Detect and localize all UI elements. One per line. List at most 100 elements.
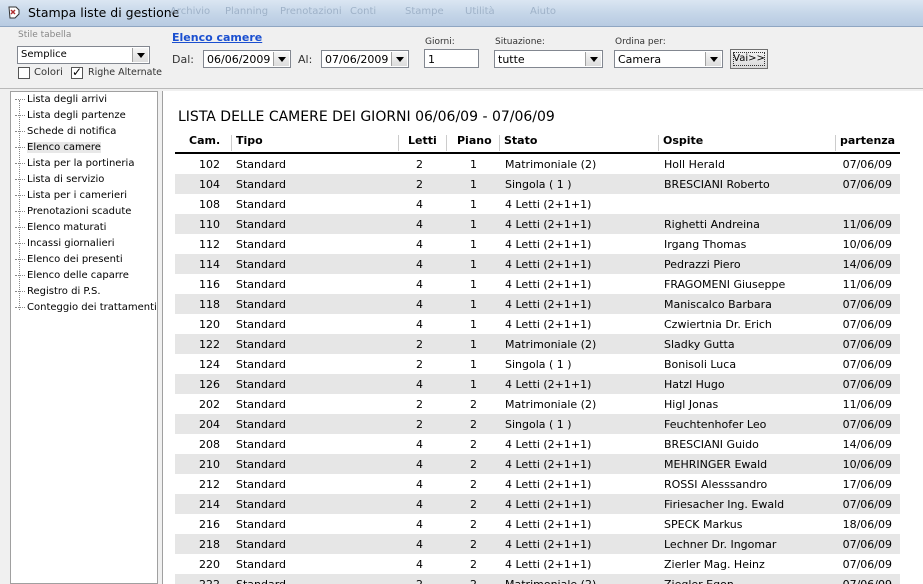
cell-stato: 4 Letti (2+1+1) [505, 298, 592, 311]
cell-stato: 4 Letti (2+1+1) [505, 218, 592, 231]
sidebar-item-lista-portineria[interactable]: Lista per la portineria [15, 158, 134, 169]
bg-menu-item: Prenotazioni [280, 6, 342, 17]
report-link[interactable]: Elenco camere [172, 31, 262, 44]
cell-piano: 1 [470, 338, 477, 351]
cell-partenza: 07/06/09 [842, 418, 892, 431]
situazione-value: tutte [498, 53, 525, 66]
situazione-select[interactable]: tutte [494, 50, 603, 68]
cell-tipo: Standard [236, 318, 287, 331]
chevron-down-icon[interactable] [132, 48, 148, 62]
column-header-ospite: Ospite [663, 134, 704, 147]
sidebar-item-elenco-maturati[interactable]: Elenco maturati [15, 222, 106, 233]
table-row[interactable]: 122 Standard 2 1 Matrimoniale (2) Sladky Gutt… [175, 334, 900, 354]
cell-stato: Singola ( 1 ) [505, 358, 572, 371]
table-row[interactable]: 118 Standard 4 1 4 Letti (2+1+1) Maniscalco B… [175, 294, 900, 314]
bg-menu-item: Aiuto [530, 6, 556, 17]
table-row[interactable]: 218 Standard 4 2 4 Letti (2+1+1) Lechner Dr. … [175, 534, 900, 554]
sidebar-item-lista-servizio[interactable]: Lista di servizio [15, 174, 104, 185]
sidebar-item-lista-camerieri[interactable]: Lista per i camerieri [15, 190, 127, 201]
giorni-label: Giorni: [425, 37, 455, 47]
cell-stato: 4 Letti (2+1+1) [505, 498, 592, 511]
cell-letti: 2 [416, 158, 423, 171]
table-row[interactable]: 202 Standard 2 2 Matrimoniale (2) Higl Jonas 1… [175, 394, 900, 414]
chevron-down-icon[interactable] [705, 52, 721, 66]
table-row[interactable]: 214 Standard 4 2 4 Letti (2+1+1) Firiesacher … [175, 494, 900, 514]
chevron-down-icon[interactable] [391, 52, 407, 66]
cell-stato: Singola ( 1 ) [505, 418, 572, 431]
sidebar-item-elenco-camere[interactable]: Elenco camere [15, 142, 101, 153]
cell-cam: 220 [199, 558, 220, 571]
style-select[interactable]: Semplice [17, 46, 150, 64]
cell-ospite: ROSSI Alesssandro [664, 478, 768, 491]
cell-tipo: Standard [236, 378, 287, 391]
cell-stato: 4 Letti (2+1+1) [505, 478, 592, 491]
sidebar-item-elenco-caparre[interactable]: Elenco delle caparre [15, 270, 129, 281]
table-row[interactable]: 216 Standard 4 2 4 Letti (2+1+1) SPECK Markus… [175, 514, 900, 534]
cell-stato: 4 Letti (2+1+1) [505, 198, 592, 211]
table-row[interactable]: 104 Standard 2 1 Singola ( 1 ) BRESCIANI Robe… [175, 174, 900, 194]
sidebar-item-incassi-giornalieri[interactable]: Incassi giornalieri [15, 238, 115, 249]
righe-alternate-checkbox[interactable] [71, 65, 83, 79]
dal-date-picker[interactable]: 06/06/2009 [203, 50, 291, 68]
sidebar-item-elenco-presenti[interactable]: Elenco dei presenti [15, 254, 123, 265]
cell-cam: 202 [199, 398, 220, 411]
cell-partenza: 11/06/09 [842, 398, 892, 411]
sidebar-item-prenotazioni-scadute[interactable]: Prenotazioni scadute [15, 206, 131, 217]
cell-cam: 102 [199, 158, 220, 171]
table-row[interactable]: 124 Standard 2 1 Singola ( 1 ) Bonisoli Luca 0… [175, 354, 900, 374]
sidebar-item-schede-notifica[interactable]: Schede di notifica [15, 126, 116, 137]
table-row[interactable]: 108 Standard 4 1 4 Letti (2+1+1) [175, 194, 900, 214]
al-date-picker[interactable]: 07/06/2009 [321, 50, 409, 68]
cell-piano: 1 [470, 218, 477, 231]
table-row[interactable]: 120 Standard 4 1 4 Letti (2+1+1) Czwiertnia D… [175, 314, 900, 334]
bg-menu-item: Archivio [170, 6, 211, 17]
giorni-input[interactable]: 1 [424, 49, 479, 68]
table-row[interactable]: 126 Standard 4 1 4 Letti (2+1+1) Hatzl Hugo 07… [175, 374, 900, 394]
table-row[interactable]: 222 Standard 2 2 Matrimoniale (2) Ziegler Ego… [175, 574, 900, 584]
sidebar-item-registro-ps[interactable]: Registro di P.S. [15, 286, 101, 297]
table-row[interactable]: 112 Standard 4 1 4 Letti (2+1+1) Irgang Thoma… [175, 234, 900, 254]
cell-piano: 1 [470, 378, 477, 391]
sidebar-item-conteggio-trattamenti[interactable]: Conteggio dei trattamenti [15, 302, 157, 313]
ordina-select[interactable]: Camera [614, 50, 723, 68]
cell-stato: 4 Letti (2+1+1) [505, 278, 592, 291]
cell-stato: 4 Letti (2+1+1) [505, 238, 592, 251]
chevron-down-icon[interactable] [273, 52, 289, 66]
sidebar-item-lista-arrivi[interactable]: Lista degli arrivi [15, 94, 107, 105]
column-divider [658, 135, 659, 151]
cell-piano: 1 [470, 158, 477, 171]
table-row[interactable]: 116 Standard 4 1 4 Letti (2+1+1) FRAGOMENI Gi… [175, 274, 900, 294]
cell-ospite: Lechner Dr. Ingomar [664, 538, 777, 551]
cell-piano: 1 [470, 178, 477, 191]
vai-button[interactable]: Vai>> [730, 49, 768, 69]
table-row[interactable]: 210 Standard 4 2 4 Letti (2+1+1) MEHRINGER Ew… [175, 454, 900, 474]
column-header-piano: Piano [457, 134, 492, 147]
cell-partenza: 17/06/09 [842, 478, 892, 491]
cell-cam: 122 [199, 338, 220, 351]
cell-ospite: Righetti Andreina [664, 218, 760, 231]
cell-stato: 4 Letti (2+1+1) [505, 518, 592, 531]
chevron-down-icon[interactable] [585, 52, 601, 66]
report-title: LISTA DELLE CAMERE DEI GIORNI 06/06/09 -… [178, 109, 555, 125]
sidebar-item-lista-partenze[interactable]: Lista degli partenze [15, 110, 126, 121]
colori-checkbox[interactable] [18, 67, 30, 79]
situazione-label: Situazione: [495, 37, 545, 47]
cell-letti: 4 [416, 558, 423, 571]
table-row[interactable]: 114 Standard 4 1 4 Letti (2+1+1) Pedrazzi Pie… [175, 254, 900, 274]
table-row[interactable]: 212 Standard 4 2 4 Letti (2+1+1) ROSSI Alesss… [175, 474, 900, 494]
cell-stato: Singola ( 1 ) [505, 178, 572, 191]
cell-tipo: Standard [236, 558, 287, 571]
cell-tipo: Standard [236, 478, 287, 491]
cell-partenza: 11/06/09 [842, 218, 892, 231]
cell-letti: 4 [416, 458, 423, 471]
table-row[interactable]: 102 Standard 2 1 Matrimoniale (2) Holl Herald… [175, 154, 900, 174]
table-row[interactable]: 208 Standard 4 2 4 Letti (2+1+1) BRESCIANI Gu… [175, 434, 900, 454]
table-row[interactable]: 204 Standard 2 2 Singola ( 1 ) Feuchtenhofer … [175, 414, 900, 434]
table-row[interactable]: 220 Standard 4 2 4 Letti (2+1+1) Zierler Mag.… [175, 554, 900, 574]
cell-cam: 212 [199, 478, 220, 491]
cell-partenza: 10/06/09 [842, 458, 892, 471]
window-title: Stampa liste di gestione [28, 5, 180, 20]
cell-tipo: Standard [236, 498, 287, 511]
cell-piano: 1 [470, 278, 477, 291]
table-row[interactable]: 110 Standard 4 1 4 Letti (2+1+1) Righetti And… [175, 214, 900, 234]
